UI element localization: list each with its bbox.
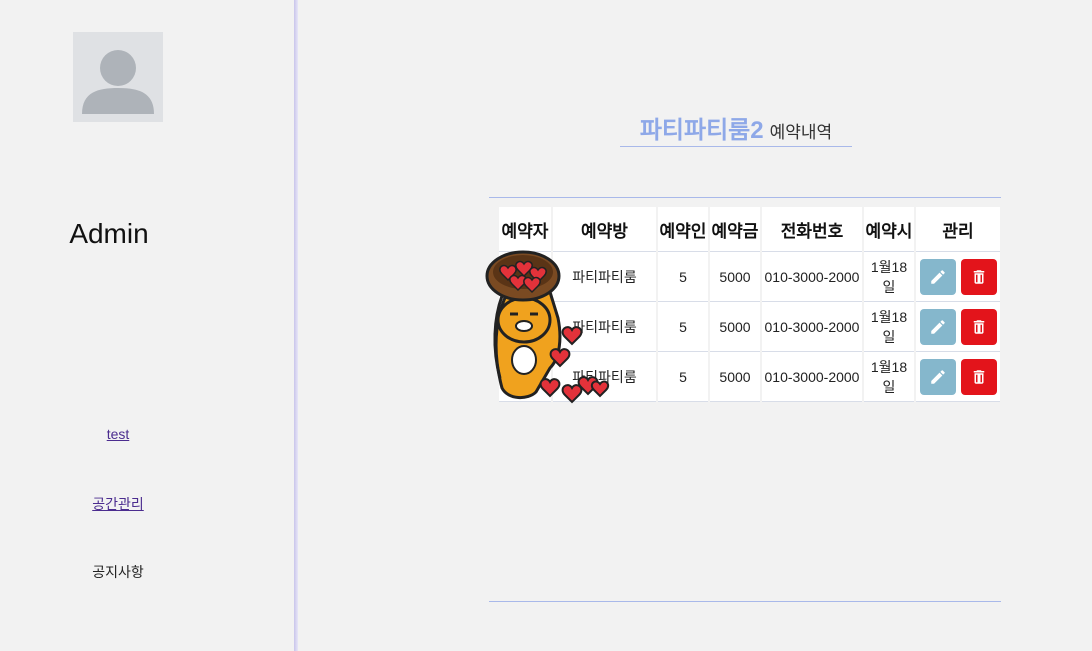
sidebar-item-space-management: 공간관리 <box>0 494 236 514</box>
table-top-divider <box>489 197 1001 198</box>
cell-actions <box>916 352 1000 402</box>
cell-date-line2: 일 <box>882 378 896 395</box>
edit-button[interactable] <box>919 358 956 395</box>
sidebar-link-test[interactable]: test <box>107 426 130 442</box>
cell-actions <box>916 302 1000 352</box>
delete-button[interactable] <box>960 258 997 295</box>
table-bottom-divider <box>489 601 1001 602</box>
page-title: 파티파티룸2 예약내역 <box>620 110 852 147</box>
cell-deposit: 5000 <box>710 352 760 402</box>
trash-icon <box>973 369 984 384</box>
pencil-icon <box>930 369 945 384</box>
sidebar-link-space-management[interactable]: 공간관리 <box>92 496 144 512</box>
sidebar-item-notices[interactable]: 공지사항 <box>0 562 236 582</box>
cell-date: 1월18 일 <box>864 302 914 352</box>
cell-date-line1: 1월18 <box>870 258 908 275</box>
col-header-manage: 관리 <box>916 207 1000 252</box>
cell-deposit: 5000 <box>710 302 760 352</box>
table-header-row: 예약자 예약방 예약인 예약금 전화번호 예약시 관리 <box>499 207 1000 252</box>
user-placeholder-icon <box>82 50 154 114</box>
trash-icon <box>973 319 984 334</box>
avatar <box>73 32 163 122</box>
character-sticker-image <box>485 250 610 404</box>
pencil-icon <box>930 319 945 334</box>
col-header-reserver: 예약자 <box>499 207 551 252</box>
col-header-room: 예약방 <box>553 207 656 252</box>
col-header-people: 예약인 <box>658 207 708 252</box>
pencil-icon <box>930 269 945 284</box>
cell-phone: 010-3000-2000 <box>762 302 862 352</box>
delete-button[interactable] <box>960 358 997 395</box>
cell-date: 1월18 일 <box>864 352 914 402</box>
cell-date-line2: 일 <box>882 328 896 345</box>
trash-icon <box>973 269 984 284</box>
cell-date-line2: 일 <box>882 278 896 295</box>
cell-date-line1: 1월18 <box>870 308 908 325</box>
cell-date-line1: 1월18 <box>870 358 908 375</box>
room-name: 파티파티룸2 <box>639 117 764 144</box>
cell-people: 5 <box>658 302 708 352</box>
cell-date: 1월18 일 <box>864 252 914 302</box>
cell-actions <box>916 252 1000 302</box>
cell-deposit: 5000 <box>710 252 760 302</box>
cell-people: 5 <box>658 252 708 302</box>
edit-button[interactable] <box>919 258 956 295</box>
edit-button[interactable] <box>919 308 956 345</box>
cell-phone: 010-3000-2000 <box>762 352 862 402</box>
cell-phone: 010-3000-2000 <box>762 252 862 302</box>
cell-people: 5 <box>658 352 708 402</box>
delete-button[interactable] <box>960 308 997 345</box>
col-header-phone: 전화번호 <box>762 207 862 252</box>
sidebar: Admin test 공간관리 공지사항 <box>0 0 294 651</box>
page-subtitle: 예약내역 <box>769 123 833 142</box>
col-header-deposit: 예약금 <box>710 207 760 252</box>
sidebar-item-test: test <box>0 426 236 442</box>
admin-name: Admin <box>69 218 149 249</box>
sidebar-divider <box>294 0 298 651</box>
col-header-date: 예약시 <box>864 207 914 252</box>
